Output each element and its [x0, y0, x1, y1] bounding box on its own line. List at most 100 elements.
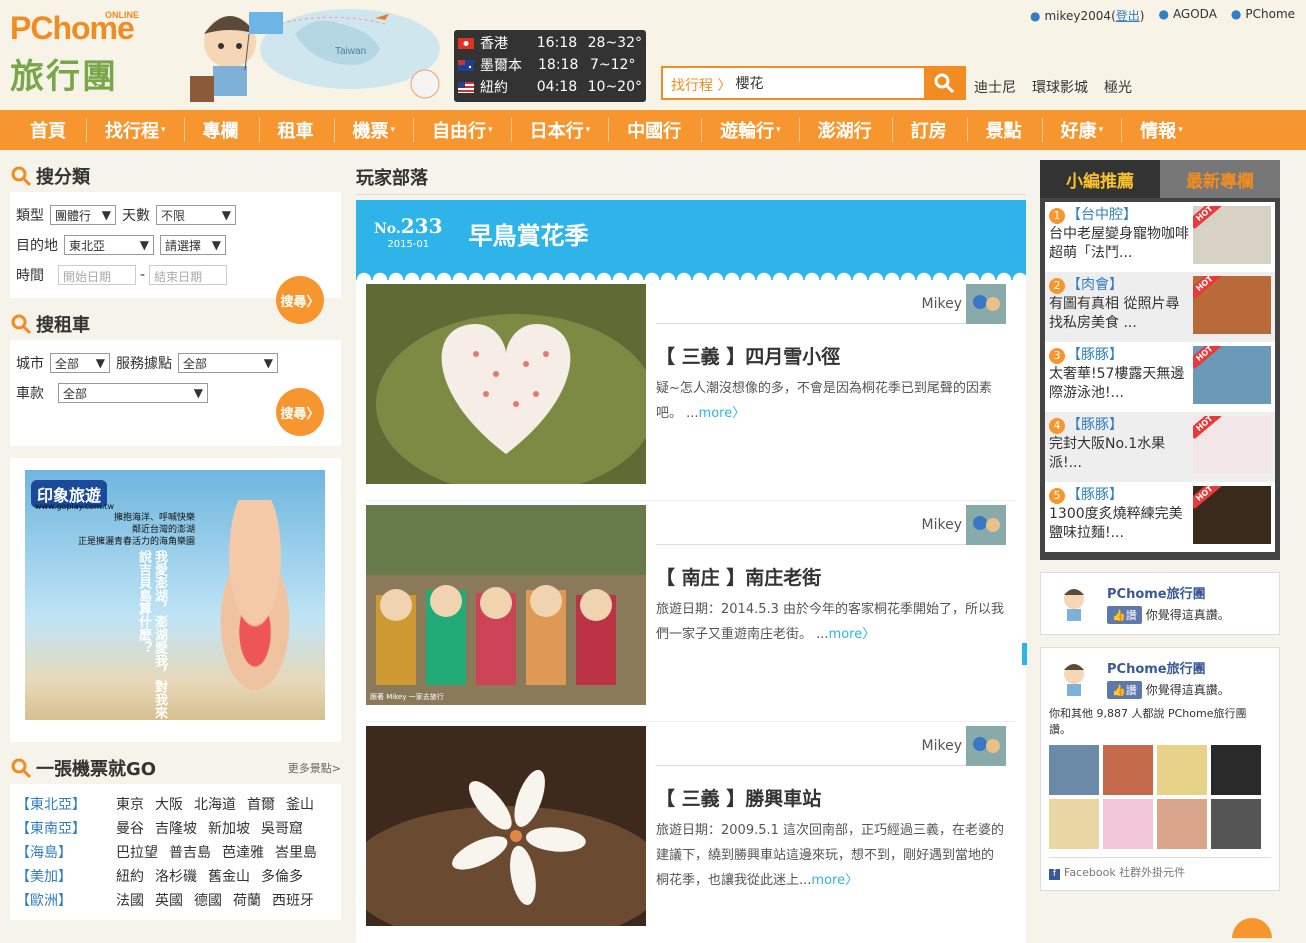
- search-car-button[interactable]: 搜尋〉: [276, 388, 324, 436]
- city-link[interactable]: 吉隆坡: [155, 818, 197, 838]
- nav-item[interactable]: 中國行: [609, 118, 703, 142]
- search-tag[interactable]: 找行程 〉: [663, 68, 731, 98]
- post-photo[interactable]: [366, 284, 646, 484]
- hot-keyword[interactable]: 迪士尼: [974, 77, 1016, 97]
- nav-item[interactable]: 專欄: [185, 118, 260, 142]
- fan-avatar[interactable]: [1157, 799, 1207, 849]
- nav-item[interactable]: 租車: [260, 118, 335, 142]
- post-photo[interactable]: 跟著 Mikey 一家去旅行: [366, 505, 646, 705]
- post-title[interactable]: 【 三義 】勝興車站: [656, 784, 821, 811]
- city-link[interactable]: 芭達雅: [222, 842, 264, 862]
- hot-badge: HOT: [1193, 486, 1222, 509]
- city-link[interactable]: 普吉島: [169, 842, 211, 862]
- city-link[interactable]: 北海道: [194, 794, 236, 814]
- region-link[interactable]: 【東南亞】: [16, 818, 116, 838]
- search-input[interactable]: [731, 68, 912, 98]
- tab-latest-columns[interactable]: 最新專欄: [1160, 160, 1280, 198]
- more-destinations-link[interactable]: 更多景點>: [288, 760, 341, 776]
- nav-item[interactable]: 澎湖行: [800, 118, 893, 142]
- pick-category: 【豚豚】: [1067, 347, 1123, 363]
- pick-item[interactable]: 5 【豚豚】 1300度炙燒粹練完美鹽味拉麵!... HOT: [1045, 482, 1275, 552]
- city-link[interactable]: 吳哥窟: [261, 818, 303, 838]
- start-date-field[interactable]: 開始日期: [58, 265, 136, 285]
- city-link[interactable]: 巴拉望: [116, 842, 158, 862]
- advertisement[interactable]: 印象旅遊 www.goplay.com.tw 擁抱海洋、呼喊快樂 鄰近台灣的澎湖正…: [10, 458, 341, 742]
- pick-category: 【台中腔】: [1067, 207, 1137, 223]
- city-link[interactable]: 舊金山: [208, 866, 250, 886]
- fb-like-button[interactable]: 👍讚: [1107, 681, 1142, 699]
- search-category-button[interactable]: 搜尋〉: [276, 276, 324, 324]
- fb-page-name[interactable]: PChome旅行團: [1107, 658, 1230, 677]
- more-link[interactable]: more〉: [699, 406, 746, 421]
- back-to-top-button[interactable]: [1232, 918, 1272, 938]
- nav-item[interactable]: 景點: [968, 118, 1043, 142]
- nav-item[interactable]: 機票 ▾: [335, 118, 415, 142]
- hot-keyword[interactable]: 環球影城: [1032, 77, 1088, 97]
- fan-avatar[interactable]: [1211, 799, 1261, 849]
- city-link[interactable]: 英國: [155, 890, 183, 910]
- fan-avatar[interactable]: [1049, 799, 1099, 849]
- nav-item[interactable]: 訂房: [893, 118, 968, 142]
- fan-avatar[interactable]: [1049, 745, 1099, 795]
- pchome-logo[interactable]: PChome ONLINE 旅行團: [10, 10, 139, 98]
- scroll-marker[interactable]: [1022, 643, 1027, 665]
- hot-keyword[interactable]: 極光: [1104, 77, 1132, 97]
- region-link[interactable]: 【歐洲】: [16, 890, 116, 910]
- destination-sub-select[interactable]: 請選擇 ▼: [160, 235, 226, 255]
- nav-item[interactable]: 好康 ▾: [1043, 118, 1123, 142]
- city-select[interactable]: 全部 ▼: [50, 353, 110, 373]
- pick-item[interactable]: 4 【豚豚】 完封大阪No.1水果派!... HOT: [1045, 412, 1275, 482]
- destination-select[interactable]: 東北亞 ▼: [64, 235, 154, 255]
- post-author[interactable]: Mikey: [656, 725, 1006, 766]
- region-link[interactable]: 【海島】: [16, 842, 116, 862]
- region-link[interactable]: 【東北亞】: [16, 794, 116, 814]
- fan-avatar[interactable]: [1157, 745, 1207, 795]
- pick-item[interactable]: 3 【豚豚】 太奢華!57樓露天無邊際游泳池!... HOT: [1045, 342, 1275, 412]
- pick-item[interactable]: 1 【台中腔】 台中老屋變身寵物咖啡 超萌「法鬥... HOT: [1045, 202, 1275, 272]
- city-link[interactable]: 大阪: [155, 794, 183, 814]
- tab-editor-picks[interactable]: 小編推薦: [1040, 160, 1160, 198]
- city-link[interactable]: 首爾: [247, 794, 275, 814]
- city-link[interactable]: 洛杉磯: [155, 866, 197, 886]
- post-title[interactable]: 【 南庄 】南庄老街: [656, 563, 821, 590]
- search-button[interactable]: [924, 68, 964, 98]
- fan-avatar[interactable]: [1103, 799, 1153, 849]
- region-link[interactable]: 【美加】: [16, 866, 116, 886]
- city-link[interactable]: 紐約: [116, 866, 144, 886]
- post-author[interactable]: Mikey: [656, 504, 1006, 545]
- fb-page-name[interactable]: PChome旅行團: [1107, 583, 1230, 602]
- fan-avatar[interactable]: [1103, 745, 1153, 795]
- end-date-field[interactable]: 結束日期: [149, 265, 228, 285]
- city-link[interactable]: 西班牙: [272, 890, 314, 910]
- city-link[interactable]: 東京: [116, 794, 144, 814]
- post-title[interactable]: 【 三義 】四月雪小徑: [656, 342, 840, 369]
- nav-item[interactable]: 找行程 ▾: [87, 118, 185, 142]
- nav-item[interactable]: 遊輪行 ▾: [702, 118, 800, 142]
- agoda-link[interactable]: ● AGODA: [1158, 7, 1216, 24]
- fan-avatar[interactable]: [1211, 745, 1261, 795]
- more-link[interactable]: more〉: [829, 627, 876, 642]
- city-link[interactable]: 荷蘭: [233, 890, 261, 910]
- service-point-select[interactable]: 全部 ▼: [178, 353, 278, 373]
- pchome-link[interactable]: ● PChome: [1231, 7, 1295, 24]
- fb-like-button[interactable]: 👍讚: [1107, 606, 1142, 624]
- car-model-select[interactable]: 全部 ▼: [58, 383, 208, 403]
- city-link[interactable]: 曼谷: [116, 818, 144, 838]
- nav-item[interactable]: 情報 ▾: [1122, 118, 1201, 142]
- post-photo[interactable]: [366, 726, 646, 926]
- more-link[interactable]: more〉: [811, 873, 858, 888]
- post-author[interactable]: Mikey: [656, 283, 1006, 324]
- pick-item[interactable]: 2 【肉會】 有圖有真相 從照片尋找私房美食 ... HOT: [1045, 272, 1275, 342]
- city-link[interactable]: 峇里島: [275, 842, 317, 862]
- nav-item[interactable]: 日本行 ▾: [512, 118, 610, 142]
- city-link[interactable]: 多倫多: [261, 866, 303, 886]
- city-link[interactable]: 法國: [116, 890, 144, 910]
- city-link[interactable]: 釜山: [286, 794, 314, 814]
- city-link[interactable]: 新加坡: [208, 818, 250, 838]
- days-select[interactable]: 不限 ▼: [156, 205, 236, 225]
- logout-link[interactable]: 登出: [1116, 9, 1140, 23]
- nav-item[interactable]: 首頁: [12, 118, 87, 142]
- type-select[interactable]: 團體行 ▼: [50, 205, 116, 225]
- city-link[interactable]: 德國: [194, 890, 222, 910]
- nav-item[interactable]: 自由行 ▾: [414, 118, 512, 142]
